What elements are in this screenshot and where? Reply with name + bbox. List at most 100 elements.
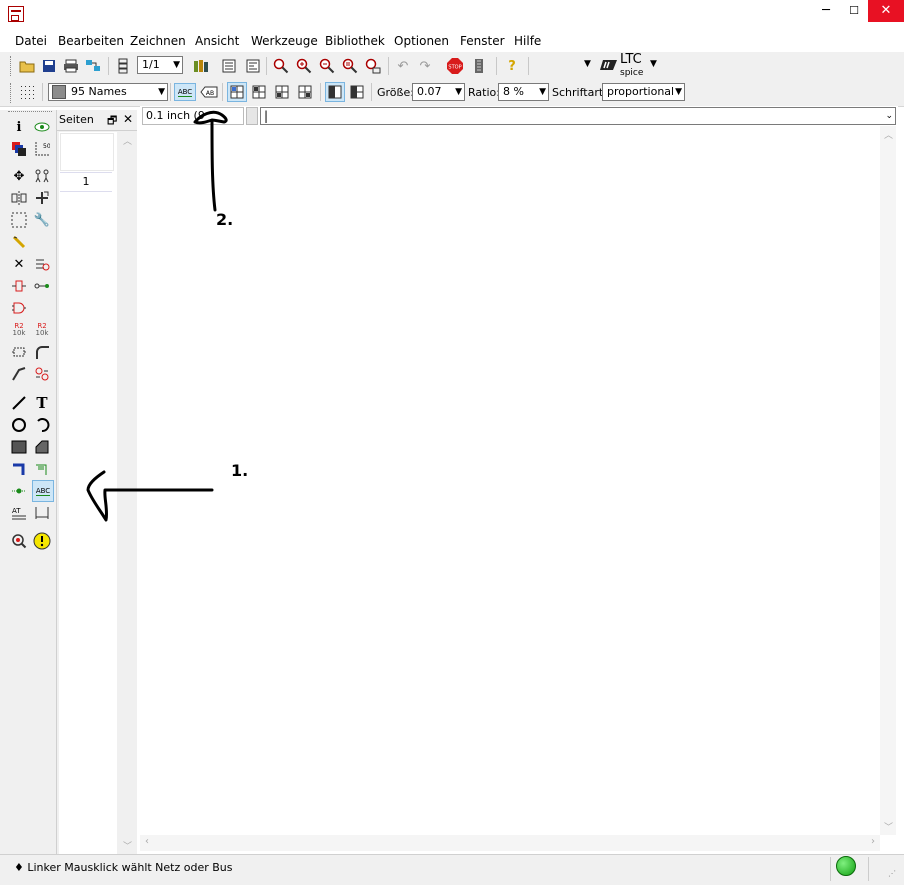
- bus-icon[interactable]: [10, 460, 28, 478]
- minimize-button[interactable]: ─: [812, 0, 840, 22]
- save-icon[interactable]: [40, 57, 58, 75]
- align-bottom-left-icon[interactable]: [273, 83, 291, 101]
- mark-icon[interactable]: 50: [33, 140, 51, 158]
- info-icon[interactable]: i: [10, 118, 28, 136]
- undo-icon[interactable]: ↶: [394, 57, 412, 75]
- menu-werkzeuge[interactable]: Werkzeuge: [251, 34, 318, 48]
- drawing-canvas[interactable]: [140, 126, 880, 835]
- scroll-up-icon[interactable]: ︿: [123, 134, 132, 147]
- open-icon[interactable]: [18, 57, 36, 75]
- chevron-down-icon[interactable]: ⌄: [885, 108, 893, 124]
- page-number[interactable]: 1: [60, 172, 112, 192]
- stop-icon[interactable]: STOP: [446, 57, 464, 75]
- print-icon[interactable]: [62, 57, 80, 75]
- layer-stack-icon[interactable]: [114, 57, 132, 75]
- palette-grip[interactable]: [8, 111, 52, 114]
- arc-icon[interactable]: [33, 416, 51, 434]
- canvas-vertical-scrollbar[interactable]: ︿ ﹀: [880, 126, 896, 835]
- zoom-in-icon[interactable]: [295, 57, 313, 75]
- rotate-icon[interactable]: [33, 189, 51, 207]
- ltcspice-dropdown-icon[interactable]: ▼: [650, 59, 657, 69]
- mirror-icon[interactable]: [10, 189, 28, 207]
- export-icon[interactable]: [84, 57, 102, 75]
- view-right-icon[interactable]: [348, 83, 366, 101]
- size-select[interactable]: 0.07 ▼: [412, 83, 465, 101]
- command-input[interactable]: | ⌄: [260, 107, 896, 125]
- menu-ansicht[interactable]: Ansicht: [195, 34, 239, 48]
- page-select[interactable]: 1/1 ▼: [137, 56, 183, 74]
- scroll-right-icon[interactable]: ›: [871, 836, 875, 847]
- pages-scrollbar[interactable]: ︿ ﹀: [119, 132, 135, 854]
- group-icon[interactable]: [10, 211, 28, 229]
- label-button[interactable]: ABC: [32, 480, 54, 502]
- miter-icon[interactable]: [33, 343, 51, 361]
- errors-icon[interactable]: [33, 532, 51, 550]
- menu-bibliothek[interactable]: Bibliothek: [325, 34, 385, 48]
- replace-icon[interactable]: [10, 277, 28, 295]
- close-panel-icon[interactable]: ✕: [123, 112, 133, 126]
- library-icon[interactable]: [192, 57, 210, 75]
- paste-icon[interactable]: [10, 233, 28, 251]
- scroll-down-icon[interactable]: ﹀: [884, 820, 893, 833]
- close-button[interactable]: ✕: [868, 0, 904, 22]
- zoom-out-icon[interactable]: [318, 57, 336, 75]
- align-bottom-right-icon[interactable]: [296, 83, 314, 101]
- value-icon[interactable]: R2 10k: [33, 321, 51, 339]
- text-align-abc-button[interactable]: ABC: [174, 83, 196, 101]
- toolbar-grip[interactable]: [10, 56, 14, 76]
- page-thumbnail[interactable]: [60, 133, 114, 171]
- erc-icon[interactable]: [10, 532, 28, 550]
- font-select[interactable]: proportional ▼: [602, 83, 685, 101]
- ulp-icon[interactable]: [244, 57, 262, 75]
- dimension-icon[interactable]: [33, 504, 51, 522]
- script-icon[interactable]: [220, 57, 238, 75]
- junction-icon[interactable]: [10, 482, 28, 500]
- view-left-icon[interactable]: [325, 82, 345, 102]
- name-icon[interactable]: R2 10k: [10, 321, 28, 339]
- align-top-right-icon[interactable]: [250, 83, 268, 101]
- move-icon[interactable]: ✥: [10, 167, 28, 185]
- pinswap-icon[interactable]: [33, 277, 51, 295]
- zoom-select-icon[interactable]: [364, 57, 382, 75]
- ltcspice-button[interactable]: LTC spice: [620, 53, 643, 79]
- ratio-select[interactable]: 8 % ▼: [498, 83, 549, 101]
- gateswap-icon[interactable]: [10, 299, 28, 317]
- split-icon[interactable]: [10, 365, 28, 383]
- toolbar-grip[interactable]: [10, 83, 14, 103]
- copy-icon[interactable]: [33, 167, 51, 185]
- scroll-left-icon[interactable]: ‹: [145, 836, 149, 847]
- menu-fenster[interactable]: Fenster: [460, 34, 505, 48]
- app-icon[interactable]: [8, 6, 24, 22]
- smash-icon[interactable]: [10, 343, 28, 361]
- float-panel-icon[interactable]: 🗗: [107, 112, 117, 131]
- change-wrench-icon[interactable]: 🔧: [33, 211, 51, 229]
- maximize-button[interactable]: ☐: [840, 0, 868, 22]
- circle-icon[interactable]: [10, 416, 28, 434]
- display-layers-icon[interactable]: [10, 140, 28, 158]
- wire-icon[interactable]: [10, 394, 28, 412]
- net-icon[interactable]: [33, 460, 51, 478]
- menu-zeichnen[interactable]: Zeichnen: [130, 34, 186, 48]
- add-icon[interactable]: [33, 255, 51, 273]
- help-icon[interactable]: ?: [503, 57, 521, 75]
- menu-hilfe[interactable]: Hilfe: [514, 34, 541, 48]
- invoke-icon[interactable]: [33, 365, 51, 383]
- grid-icon[interactable]: [18, 83, 36, 101]
- zoom-redraw-icon[interactable]: [341, 57, 359, 75]
- zoom-fit-icon[interactable]: [272, 57, 290, 75]
- text-icon[interactable]: T: [33, 394, 51, 412]
- align-top-left-icon[interactable]: [227, 82, 247, 102]
- menu-bearbeiten[interactable]: Bearbeiten: [58, 34, 124, 48]
- drc-icon[interactable]: [470, 57, 488, 75]
- rect-icon[interactable]: [10, 438, 28, 456]
- resize-grip-icon[interactable]: ⋰: [888, 869, 896, 878]
- scroll-down-icon[interactable]: ﹀: [123, 839, 132, 852]
- show-icon[interactable]: [33, 118, 51, 136]
- scroll-up-icon[interactable]: ︿: [884, 128, 893, 141]
- layer-select[interactable]: 95 Names ▼: [48, 83, 168, 101]
- canvas-horizontal-scrollbar[interactable]: ‹ ›: [140, 835, 880, 851]
- redo-icon[interactable]: ↷: [416, 57, 434, 75]
- text-mirror-icon[interactable]: AB: [199, 83, 219, 101]
- menu-datei[interactable]: Datei: [15, 34, 47, 48]
- designlink-dropdown-icon[interactable]: ▼: [584, 59, 591, 69]
